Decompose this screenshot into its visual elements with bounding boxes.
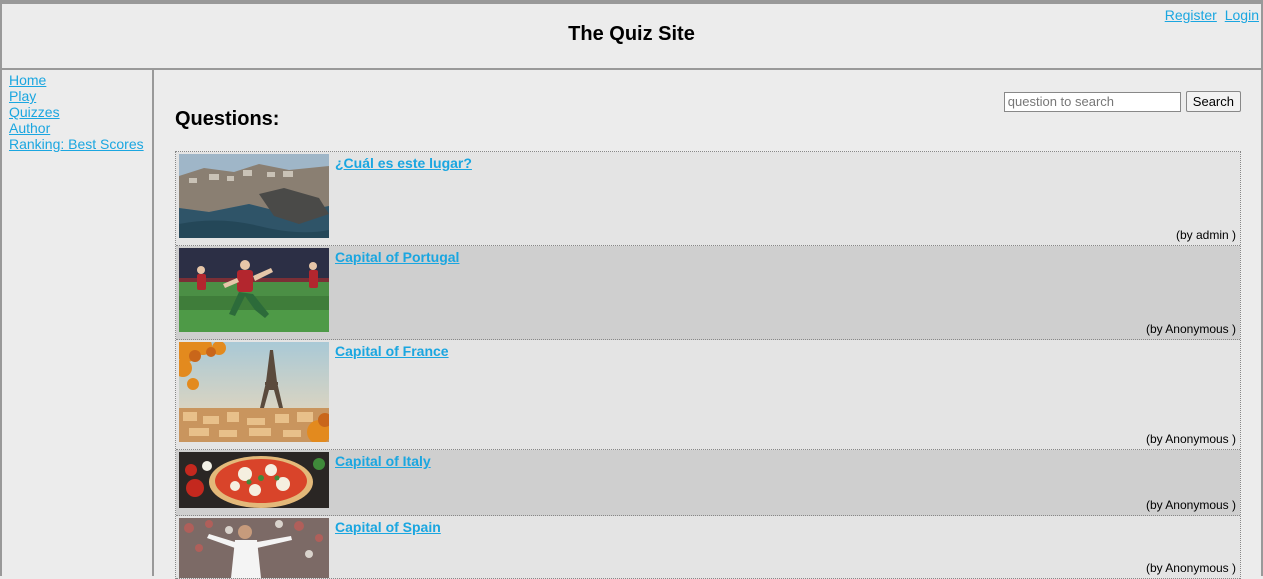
- question-row: Capital of France (by Anonymous ): [176, 340, 1240, 450]
- question-row: Capital of Portugal (by Anonymous ): [176, 246, 1240, 340]
- login-link[interactable]: Login: [1225, 7, 1259, 23]
- sidebar-item-play[interactable]: Play: [9, 88, 36, 104]
- question-title-link[interactable]: Capital of Italy: [335, 453, 431, 469]
- question-author: (by Anonymous ): [1145, 498, 1236, 512]
- sidebar-item-ranking[interactable]: Ranking: Best Scores: [9, 136, 144, 152]
- soccer-player-image[interactable]: [179, 518, 329, 578]
- sidebar-item-quizzes[interactable]: Quizzes: [9, 104, 60, 120]
- sidebar-menu: Home Play Quizzes Author Ranking: Best S…: [2, 70, 152, 152]
- sidebar-item-author[interactable]: Author: [9, 120, 50, 136]
- main-content: Search Questions: ¿Cuál es este lugar? (…: [154, 68, 1263, 579]
- site-header: The Quiz Site Register Login: [0, 0, 1263, 70]
- question-title-link[interactable]: Capital of Portugal: [335, 249, 459, 265]
- sidebar-item-home[interactable]: Home: [9, 72, 46, 88]
- question-title-link[interactable]: Capital of France: [335, 343, 449, 359]
- question-row: Capital of Spain (by Anonymous ): [176, 516, 1240, 579]
- search-input[interactable]: [1003, 91, 1181, 112]
- search-form: Search: [1003, 91, 1241, 112]
- question-author: (by Anonymous ): [1145, 432, 1236, 446]
- question-author: (by Anonymous ): [1145, 322, 1236, 336]
- question-row: ¿Cuál es este lugar? (by admin ): [176, 152, 1240, 246]
- search-button[interactable]: Search: [1185, 91, 1241, 112]
- auth-links: Register Login: [1161, 7, 1259, 23]
- question-title-link[interactable]: ¿Cuál es este lugar?: [335, 155, 472, 171]
- sidebar: Home Play Quizzes Author Ranking: Best S…: [0, 68, 156, 576]
- page-heading: Questions:: [175, 108, 280, 130]
- register-link[interactable]: Register: [1165, 7, 1217, 23]
- eiffel-tower-image[interactable]: [179, 342, 329, 442]
- soccer-players-image[interactable]: [179, 248, 329, 332]
- pizza-image[interactable]: [179, 452, 329, 508]
- question-author: (by admin ): [1175, 228, 1236, 242]
- coastal-town-image[interactable]: [179, 154, 329, 238]
- question-title-link[interactable]: Capital of Spain: [335, 519, 441, 535]
- site-title: The Quiz Site: [568, 23, 695, 45]
- question-list: ¿Cuál es este lugar? (by admin ) Capital…: [175, 151, 1241, 579]
- question-author: (by Anonymous ): [1145, 561, 1236, 575]
- question-row: Capital of Italy (by Anonymous ): [176, 450, 1240, 516]
